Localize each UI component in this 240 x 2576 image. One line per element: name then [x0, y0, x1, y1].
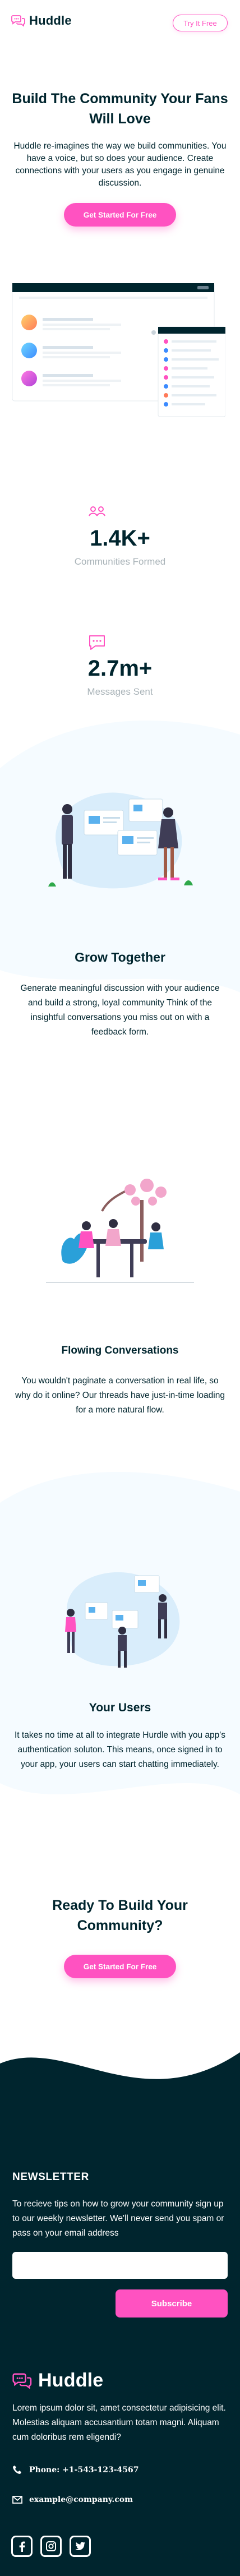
- contact-email: example@company.com: [12, 2495, 133, 2504]
- header: Huddle Try It Free: [0, 0, 240, 50]
- hero-title: Build The Community Your Fans Will Love: [12, 91, 228, 127]
- try-it-free-button[interactable]: Try It Free: [173, 15, 228, 31]
- chat-bubbles-icon: [11, 15, 25, 27]
- footer-logo[interactable]: Huddle: [12, 2370, 103, 2392]
- cta-title: Ready To Build Your Community?: [52, 1898, 188, 1933]
- footer-wave: [0, 2052, 240, 2114]
- feature-title-your-users: Your Users: [89, 1701, 151, 1714]
- email-icon: [12, 2496, 22, 2504]
- landing-page: Huddle Try It Free Build The Community Y…: [0, 0, 240, 2576]
- newsletter-email-input[interactable]: [12, 2252, 228, 2279]
- grow-together-illustration: [48, 792, 193, 889]
- twitter-icon[interactable]: [70, 2536, 91, 2557]
- feature-desc-your-users: It takes no time at all to integrate Hur…: [14, 1730, 226, 1769]
- messages-icon: [89, 635, 105, 650]
- stat-messages-value: 2.7m+: [87, 656, 153, 681]
- chat-bubbles-icon: [12, 2373, 32, 2389]
- logo-text: Huddle: [29, 13, 72, 27]
- phone-text: Phone: +1-543-123-4567: [29, 2466, 139, 2475]
- feature-desc-flowing-conversations: You wouldn't paginate a conversation in …: [15, 1376, 225, 1415]
- cta-get-started-button[interactable]: Get Started For Free: [64, 1955, 176, 1978]
- your-users-illustration: [65, 1572, 180, 1668]
- footer: NEWSLETTER To recieve tips on how to gro…: [0, 2108, 240, 2576]
- feature-title-flowing-conversations: Flowing Conversations: [61, 1345, 179, 1356]
- contact-phone: Phone: +1-543-123-4567: [12, 2465, 139, 2475]
- stat-messages-label: Messages Sent: [87, 686, 153, 697]
- feature-title-grow-together: Grow Together: [75, 950, 165, 964]
- feature-desc-grow-together: Generate meaningful discussion with your…: [20, 984, 220, 1037]
- get-started-button[interactable]: Get Started For Free: [64, 203, 176, 227]
- instagram-icon[interactable]: [40, 2536, 62, 2557]
- stat-communities-label: Communities Formed: [74, 556, 166, 567]
- email-text[interactable]: example@company.com: [29, 2495, 133, 2504]
- communities-icon: [89, 506, 105, 516]
- logo[interactable]: Huddle: [11, 13, 72, 28]
- social-links: [11, 2536, 91, 2557]
- footer-about-text: Lorem ipsum dolor sit, amet consectetur …: [12, 2403, 226, 2442]
- subscribe-button[interactable]: Subscribe: [116, 2289, 228, 2318]
- phone-icon: [13, 2466, 21, 2474]
- facebook-icon[interactable]: [11, 2536, 33, 2557]
- stat-communities-value: 1.4K+: [90, 526, 150, 551]
- newsletter-description: To recieve tips on how to grow your comm…: [12, 2199, 224, 2238]
- flowing-conversations-illustration: [46, 1179, 194, 1283]
- app-mockup-illustration: [12, 283, 225, 417]
- hero-description: Huddle re-imagines the way we build comm…: [13, 141, 227, 188]
- newsletter-title: NEWSLETTER: [12, 2171, 89, 2183]
- footer-logo-text: Huddle: [38, 2370, 104, 2391]
